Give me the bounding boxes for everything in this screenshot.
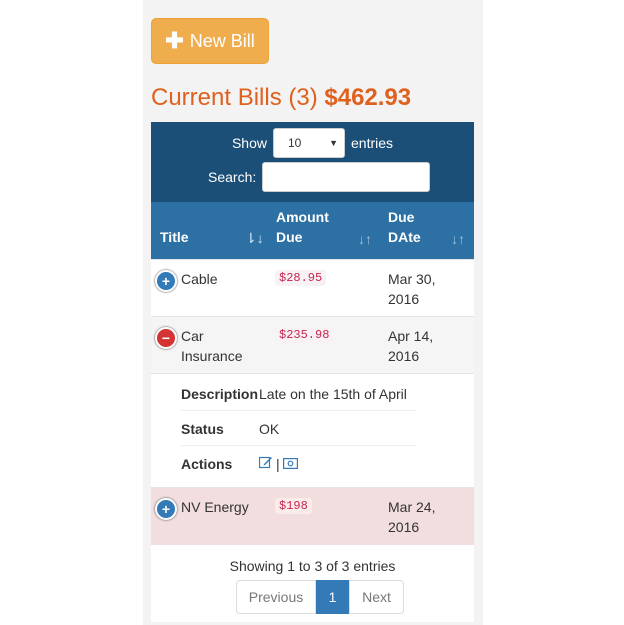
collapse-row-icon[interactable]: −	[155, 327, 177, 349]
table-info: Showing 1 to 3 of 3 entries	[229, 558, 396, 574]
bill-title: NV Energy	[181, 499, 249, 515]
edit-icon[interactable]	[258, 456, 273, 472]
sort-icon: ↓↑	[358, 231, 372, 247]
column-due-label: Due DAte	[388, 209, 421, 245]
bill-due-date: Mar 30, 2016	[388, 271, 436, 307]
column-title-label: Title	[160, 229, 189, 245]
sort-icon: ↓↑	[451, 231, 465, 247]
page-1-button[interactable]: 1	[316, 580, 349, 614]
show-label: Show	[231, 135, 267, 151]
table-footer: Showing 1 to 3 of 3 entries Previous 1 N…	[151, 544, 474, 622]
new-bill-label: New Bill	[189, 30, 255, 51]
next-page-button[interactable]: Next	[349, 580, 404, 614]
bills-count-title: Current Bills (3)	[151, 84, 318, 111]
actions-separator: |	[276, 455, 280, 472]
search-label: Search:	[208, 169, 257, 185]
pagination: Previous 1 Next	[236, 580, 404, 614]
expand-row-icon[interactable]: +	[155, 270, 177, 292]
description-label: Description	[181, 385, 259, 402]
status-label: Status	[181, 420, 224, 437]
bill-title: Cable	[181, 271, 218, 287]
column-header-amount[interactable]: Amount Due ↓↑	[266, 202, 378, 259]
actions-label: Actions	[181, 455, 233, 472]
bill-due-date: Mar 24, 2016	[388, 499, 436, 535]
entries-length-control: Show 10 ▼ entries	[151, 128, 474, 158]
detail-description: Description Late on the 15th of April	[181, 376, 416, 411]
bills-table-card: Show 10 ▼ entries Search: Title ⇂↓ Amoun…	[151, 122, 474, 622]
entries-select[interactable]: 10 ▼	[273, 128, 345, 158]
row-detail: Description Late on the 15th of April St…	[151, 373, 474, 488]
pay-bill-icon[interactable]	[282, 456, 298, 472]
bill-due-date: Apr 14, 2016	[388, 328, 434, 364]
sort-asc-icon: ⇂↓	[245, 230, 264, 246]
table-controls: Show 10 ▼ entries Search:	[151, 122, 474, 202]
table-row[interactable]: + NV Energy $198 Mar 24, 2016	[151, 487, 474, 545]
plus-icon: ✚	[165, 28, 184, 53]
column-header-due[interactable]: Due DAte ↓↑	[378, 202, 474, 259]
page-title: Current Bills (3) $462.93	[151, 84, 411, 112]
detail-status: Status OK	[181, 411, 416, 446]
expand-row-icon[interactable]: +	[155, 498, 177, 520]
bills-total: $462.93	[324, 84, 412, 111]
description-value: Late on the 15th of April	[259, 385, 407, 402]
table-row[interactable]: − Car Insurance $235.98 Apr 14, 2016	[151, 316, 474, 374]
caret-down-icon: ▼	[329, 138, 338, 148]
column-amount-label: Amount Due	[276, 209, 329, 245]
table-header: Title ⇂↓ Amount Due ↓↑ Due DAte ↓↑	[151, 202, 474, 259]
new-bill-button[interactable]: ✚ New Bill	[151, 18, 269, 64]
bill-amount: $28.95	[275, 270, 327, 286]
status-value: OK	[259, 420, 280, 437]
search-control: Search:	[208, 162, 431, 192]
search-input[interactable]	[262, 162, 431, 192]
entries-label: entries	[351, 135, 394, 151]
bill-amount: $198	[275, 498, 312, 514]
bill-title: Car Insurance	[181, 328, 243, 364]
detail-actions: Actions |	[181, 446, 416, 481]
table-row[interactable]: + Cable $28.95 Mar 30, 2016	[151, 259, 474, 316]
previous-page-button[interactable]: Previous	[236, 580, 316, 614]
bill-amount: $235.98	[275, 327, 334, 343]
column-header-title[interactable]: Title ⇂↓	[151, 202, 266, 259]
entries-select-value: 10	[288, 136, 302, 150]
